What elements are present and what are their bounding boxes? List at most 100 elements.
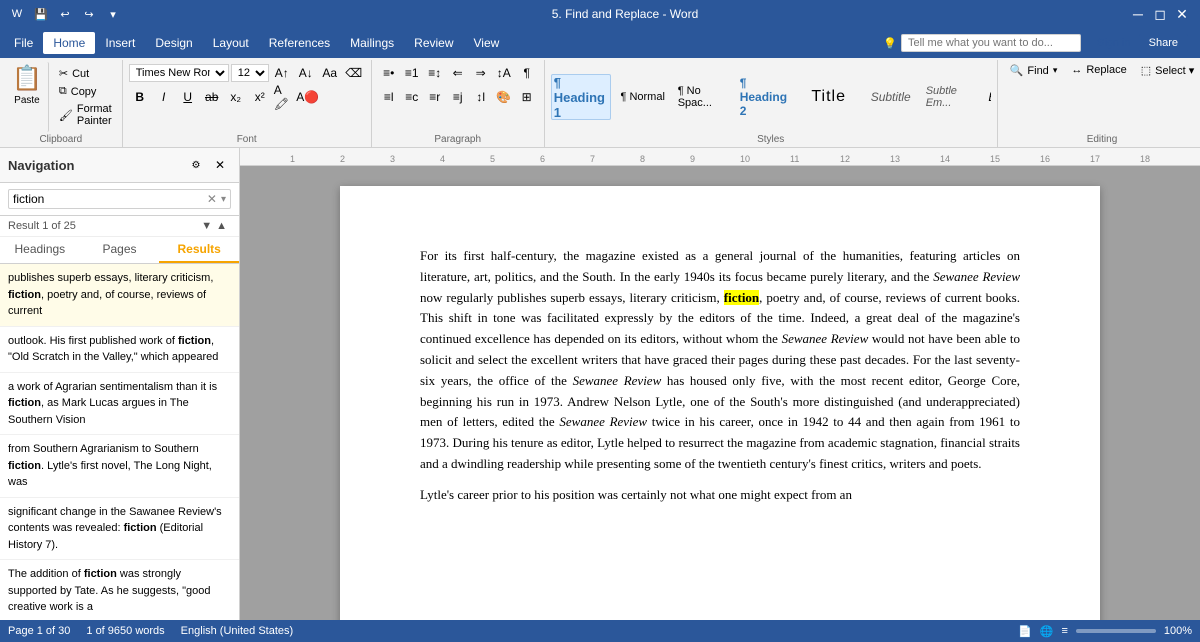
redo-icon[interactable]: ↪ — [80, 5, 98, 23]
list-item[interactable]: a work of Agrarian sentimentalism than i… — [0, 373, 239, 436]
decrease-indent-button[interactable]: ⇐ — [447, 62, 469, 84]
style-heading2[interactable]: ¶ Heading 2 — [737, 74, 797, 120]
cut-icon: ✂ — [59, 67, 68, 80]
change-case-button[interactable]: Aa — [319, 62, 341, 84]
show-formatting-button[interactable]: ¶ — [516, 62, 538, 84]
list-item[interactable]: publishes superb essays, literary critic… — [0, 264, 239, 327]
underline-button[interactable]: U — [177, 86, 199, 108]
nav-options-button[interactable]: ⚙ — [185, 154, 207, 176]
layout-web-icon[interactable]: 🌐 — [1040, 625, 1054, 638]
list-item[interactable]: outlook. His first published work of fic… — [0, 327, 239, 373]
font-color-button[interactable]: A🔴 — [297, 86, 319, 108]
align-center-button[interactable]: ≡c — [401, 86, 423, 108]
replace-button[interactable]: ↔ Replace — [1065, 62, 1132, 78]
tab-pages[interactable]: Pages — [80, 237, 160, 263]
copy-button[interactable]: ⧉ Copy — [55, 83, 116, 100]
restore-button[interactable]: ◻ — [1150, 4, 1170, 24]
tab-headings[interactable]: Headings — [0, 237, 80, 263]
layout-print-icon[interactable]: 📄 — [1018, 625, 1032, 638]
list-item[interactable]: The addition of fiction was strongly sup… — [0, 560, 239, 620]
close-button[interactable]: ✕ — [1172, 4, 1192, 24]
font-size-select[interactable]: 12 — [231, 64, 269, 82]
menu-home[interactable]: Home — [43, 32, 95, 54]
search-clear-button[interactable]: ✕ — [207, 192, 217, 206]
paragraph-controls: ≡• ≡1 ≡↕ ⇐ ⇒ ↕A ¶ ≡l ≡c ≡r ≡j ↕l 🎨 ⊞ — [378, 62, 538, 108]
increase-indent-button[interactable]: ⇒ — [470, 62, 492, 84]
minimize-button[interactable]: ─ — [1128, 4, 1148, 24]
shading-button[interactable]: 🎨 — [493, 86, 515, 108]
zoom-slider[interactable] — [1076, 629, 1156, 633]
paste-icon: 📋 — [12, 64, 42, 93]
style-title[interactable]: Title — [799, 74, 859, 120]
document-area[interactable]: For its first half-century, the magazine… — [240, 166, 1200, 620]
menu-review[interactable]: Review — [404, 32, 463, 54]
layout-outline-icon[interactable]: ≡ — [1061, 625, 1067, 637]
strikethrough-button[interactable]: ab — [201, 86, 223, 108]
numbering-button[interactable]: ≡1 — [401, 62, 423, 84]
tell-me-input[interactable] — [901, 34, 1081, 52]
style-heading1[interactable]: ¶ Heading 1 — [551, 74, 611, 120]
heading1-preview: ¶ Heading 1 — [554, 77, 608, 117]
subscript-button[interactable]: x₂ — [225, 86, 247, 108]
nav-search-input[interactable] — [13, 192, 203, 206]
nav-tabs: Headings Pages Results — [0, 237, 239, 264]
menu-view[interactable]: View — [464, 32, 510, 54]
nav-down-button[interactable]: ▼ — [201, 220, 212, 232]
nav-close-button[interactable]: ✕ — [209, 154, 231, 176]
borders-button[interactable]: ⊞ — [516, 86, 538, 108]
tab-results[interactable]: Results — [159, 237, 239, 263]
style-nospace[interactable]: ¶ No Spac... — [675, 74, 735, 120]
customize-icon[interactable]: ▾ — [104, 5, 122, 23]
svg-text:1: 1 — [290, 154, 295, 164]
menu-file[interactable]: File — [4, 32, 43, 54]
search-dropdown-button[interactable]: ▾ — [221, 194, 226, 205]
paste-button[interactable]: 📋 Paste — [6, 62, 49, 132]
cut-button[interactable]: ✂ Cut — [55, 65, 116, 82]
style-normal[interactable]: ¶ Normal — [613, 74, 673, 120]
bold-button[interactable]: B — [129, 86, 151, 108]
save-icon[interactable]: 💾 — [32, 5, 50, 23]
superscript-button[interactable]: x² — [249, 86, 271, 108]
sort-button[interactable]: ↕A — [493, 62, 515, 84]
nav-up-button[interactable]: ▲ — [216, 220, 227, 232]
align-right-button[interactable]: ≡r — [424, 86, 446, 108]
menu-bar: File Home Insert Design Layout Reference… — [0, 28, 1200, 58]
text-highlight-button[interactable]: A🖍 — [273, 86, 295, 108]
justify-button[interactable]: ≡j — [447, 86, 469, 108]
format-painter-icon: 🖌 — [59, 109, 73, 122]
multilevel-list-button[interactable]: ≡↕ — [424, 62, 446, 84]
style-emphasis[interactable]: Emphasis — [985, 74, 991, 120]
share-button[interactable]: Share — [1139, 34, 1188, 52]
find-button[interactable]: 🔍 Find ▾ — [1004, 62, 1064, 79]
list-item[interactable]: significant change in the Sawanee Review… — [0, 498, 239, 561]
font-label: Font — [129, 132, 365, 145]
select-icon: ⬚ — [1141, 64, 1151, 77]
line-spacing-button[interactable]: ↕l — [470, 86, 492, 108]
result-highlight: fiction — [8, 289, 41, 301]
style-subtitle[interactable]: Subtitle — [861, 74, 921, 120]
style-subtleemphasis[interactable]: Subtle Em... — [923, 74, 983, 120]
shrink-font-button[interactable]: A↓ — [295, 62, 317, 84]
nav-search-area: ✕ ▾ — [0, 183, 239, 216]
undo-icon[interactable]: ↩ — [56, 5, 74, 23]
svg-text:6: 6 — [540, 154, 545, 164]
bullets-button[interactable]: ≡• — [378, 62, 400, 84]
menu-mailings[interactable]: Mailings — [340, 32, 404, 54]
menu-design[interactable]: Design — [145, 32, 202, 54]
doc-column: 1 2 3 4 5 6 7 8 9 10 11 12 13 14 15 16 1… — [240, 148, 1200, 620]
format-painter-button[interactable]: 🖌 Format Painter — [55, 101, 116, 129]
select-button[interactable]: ⬚ Select ▾ — [1135, 62, 1200, 79]
font-family-select[interactable]: Times New Roman — [129, 64, 229, 82]
list-item[interactable]: from Southern Agrarianism to Southern fi… — [0, 435, 239, 498]
ruler-svg: 1 2 3 4 5 6 7 8 9 10 11 12 13 14 15 16 1… — [240, 148, 1200, 166]
tell-me-area: 💡 — [875, 32, 1089, 54]
italic-button[interactable]: I — [153, 86, 175, 108]
menu-layout[interactable]: Layout — [203, 32, 259, 54]
menu-references[interactable]: References — [259, 32, 340, 54]
replace-icon: ↔ — [1071, 64, 1082, 76]
signin-button[interactable]: Sign in — [1097, 37, 1131, 49]
grow-font-button[interactable]: A↑ — [271, 62, 293, 84]
align-left-button[interactable]: ≡l — [378, 86, 400, 108]
clear-formatting-button[interactable]: ⌫ — [343, 62, 365, 84]
menu-insert[interactable]: Insert — [95, 32, 145, 54]
